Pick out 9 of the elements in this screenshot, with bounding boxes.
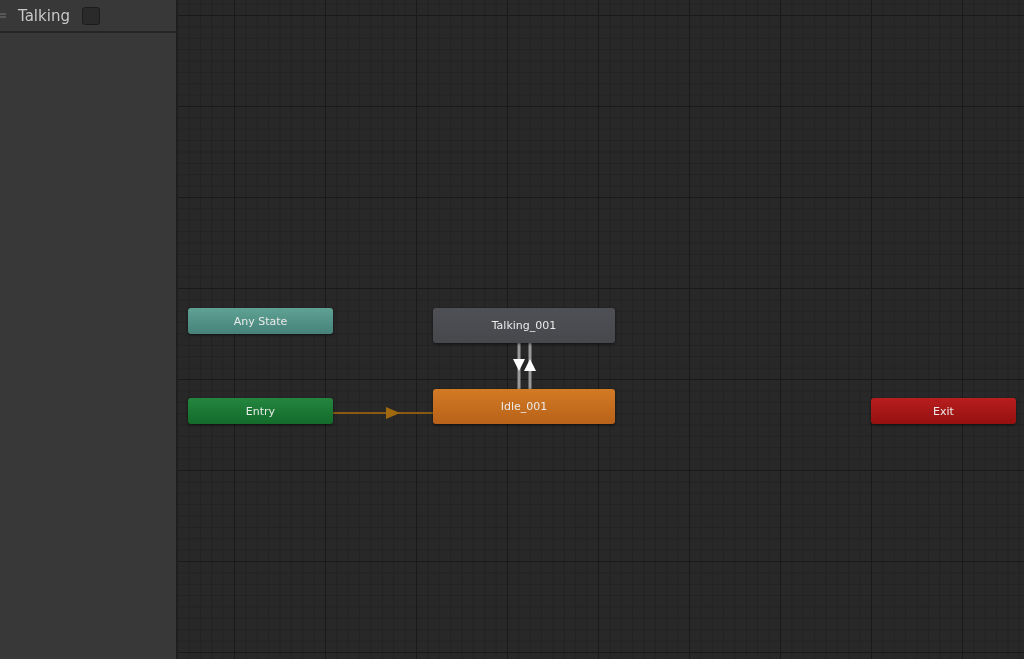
state-node[interactable]: Talking_001 — [433, 308, 615, 343]
transition-arrow[interactable] — [524, 343, 536, 389]
drag-handle-icon[interactable] — [0, 12, 6, 19]
state-node[interactable]: Entry — [188, 398, 333, 424]
layer-checkbox[interactable] — [81, 6, 100, 25]
state-node[interactable]: Exit — [871, 398, 1016, 424]
transition-arrow[interactable] — [513, 343, 525, 389]
layer-name: Talking — [18, 6, 70, 25]
graph-canvas[interactable]: Any State Entry Talking_001 Idle_001 Exit — [178, 0, 1024, 659]
